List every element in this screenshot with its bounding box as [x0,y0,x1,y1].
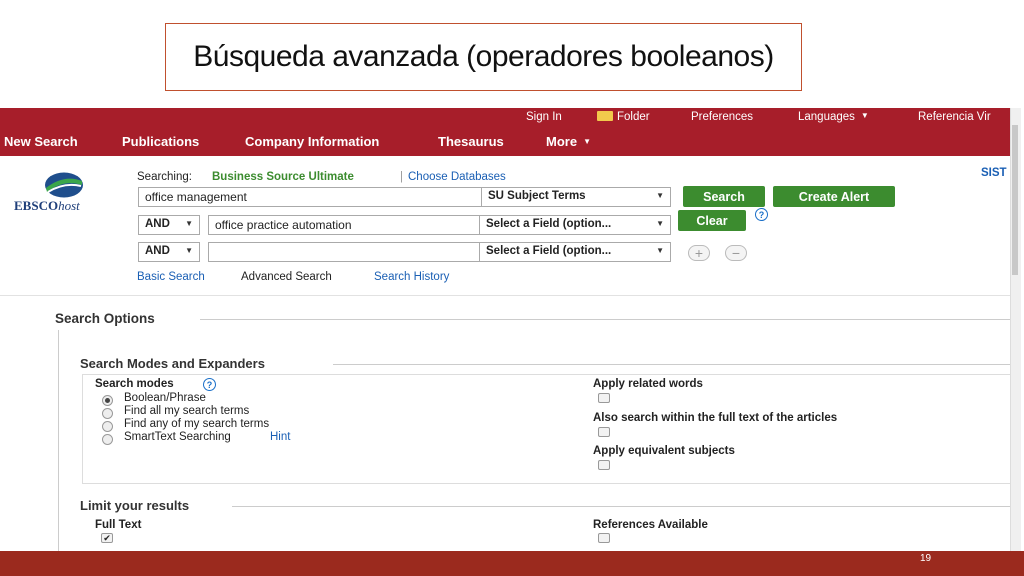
dropdown-arrow-icon: ▼ [656,219,664,228]
caret-down-icon: ▼ [860,111,869,120]
search-button[interactable]: Search [683,186,765,207]
ebsco-globe-icon [44,172,84,198]
choose-databases-link[interactable]: Choose Databases [408,171,506,183]
ebsco-logo-text: EBSCOhost [14,198,80,214]
operator-select-3[interactable]: AND ▼ [138,242,200,262]
search-modes-label: Search modes [95,378,174,390]
divider [333,364,1010,365]
references-available-label: References Available [593,519,708,531]
dropdown-arrow-icon: ▼ [185,246,193,255]
folder-icon [597,111,613,121]
scrollbar-thumb[interactable] [1012,125,1018,275]
radio-find-any[interactable] [102,421,113,432]
search-history-link[interactable]: Search History [374,271,449,283]
operator-3-value: AND [145,245,170,257]
full-text-search-label: Also search within the full text of the … [593,412,838,424]
create-alert-button[interactable]: Create Alert [773,186,895,207]
divider [0,295,1010,296]
apply-related-label: Apply related words [593,378,703,390]
languages-label: Languages [798,111,855,123]
languages-menu[interactable]: Languages ▼ [798,111,869,123]
dropdown-arrow-icon: ▼ [656,191,664,200]
logo-italic: host [58,198,80,213]
nav-thesaurus[interactable]: Thesaurus [438,134,504,149]
field-select-1[interactable]: SU Subject Terms ▼ [481,187,671,207]
basic-search-link[interactable]: Basic Search [137,271,205,283]
full-text-checkbox[interactable]: ✔ [101,533,113,543]
caret-down-icon: ▼ [583,137,591,146]
radio-boolean-phrase[interactable] [102,395,113,406]
add-row-icon[interactable]: + [688,245,710,261]
search-term-2-input[interactable]: office practice automation [208,215,482,235]
apply-equivalent-label: Apply equivalent subjects [593,445,735,457]
nav-more-label: More [546,134,578,149]
full-text-search-checkbox[interactable] [598,427,610,437]
radio-find-all[interactable] [102,408,113,419]
dropdown-arrow-icon: ▼ [656,246,664,255]
nav-new-search[interactable]: New Search [4,134,78,149]
remove-row-icon[interactable]: − [725,245,747,261]
search-term-3-input[interactable] [208,242,482,262]
field-select-3-value: Select a Field (option... [486,245,612,257]
nav-more[interactable]: More ▼ [546,134,591,149]
sist-link[interactable]: SIST [981,167,1007,179]
page-number: 19 [920,553,932,564]
hint-link[interactable]: Hint [270,431,290,443]
top-utility-bar: Sign In Folder Preferences Languages ▼ Re… [0,108,1010,129]
preferences-link[interactable]: Preferences [691,111,753,123]
advanced-search-link[interactable]: Advanced Search [241,271,332,283]
clear-button[interactable]: Clear [678,210,746,231]
folder-link[interactable]: Folder [597,111,650,123]
field-select-3[interactable]: Select a Field (option... ▼ [479,242,671,262]
nav-publications[interactable]: Publications [122,134,199,149]
references-available-checkbox[interactable] [598,533,610,543]
help-icon[interactable]: ? [755,208,768,221]
operator-2-value: AND [145,218,170,230]
divider [58,330,59,551]
mode-label-find-all: Find all my search terms [124,405,250,417]
divider [200,319,1010,320]
apply-related-checkbox[interactable] [598,393,610,403]
slide-title: Búsqueda avanzada (operadores booleanos) [165,23,802,91]
radio-smarttext[interactable] [102,434,113,445]
database-name: Business Source Ultimate [212,171,354,183]
mode-label-find-any: Find any of my search terms [124,418,270,430]
apply-equivalent-checkbox[interactable] [598,460,610,470]
operator-select-2[interactable]: AND ▼ [138,215,200,235]
main-nav: New Search Publications Company Informat… [0,129,1010,156]
field-select-2-value: Select a Field (option... [486,218,612,230]
sign-in-link[interactable]: Sign In [526,111,562,123]
field-select-2[interactable]: Select a Field (option... ▼ [479,215,671,235]
referencia-link[interactable]: Referencia Vir [918,111,991,123]
modes-section-title: Search Modes and Expanders [80,356,265,371]
separator: | [400,171,403,183]
folder-label: Folder [617,111,650,123]
full-text-label: Full Text [95,519,142,531]
limit-section-title: Limit your results [80,498,190,513]
mode-label-boolean: Boolean/Phrase [124,392,206,404]
searching-label: Searching: [137,171,192,183]
nav-company-information[interactable]: Company Information [245,134,379,149]
search-options-title: Search Options [55,311,155,326]
field-select-1-value: SU Subject Terms [488,190,586,202]
mode-label-smarttext: SmartText Searching [124,431,231,443]
ebsco-screenshot: Sign In Folder Preferences Languages ▼ Re… [0,108,1010,551]
help-icon[interactable]: ? [203,378,216,391]
dropdown-arrow-icon: ▼ [185,219,193,228]
divider [232,506,1010,507]
search-term-1-input[interactable]: office management [138,187,482,207]
logo-bold: EBSCO [14,198,59,213]
slide-footer-bar [0,551,1024,576]
